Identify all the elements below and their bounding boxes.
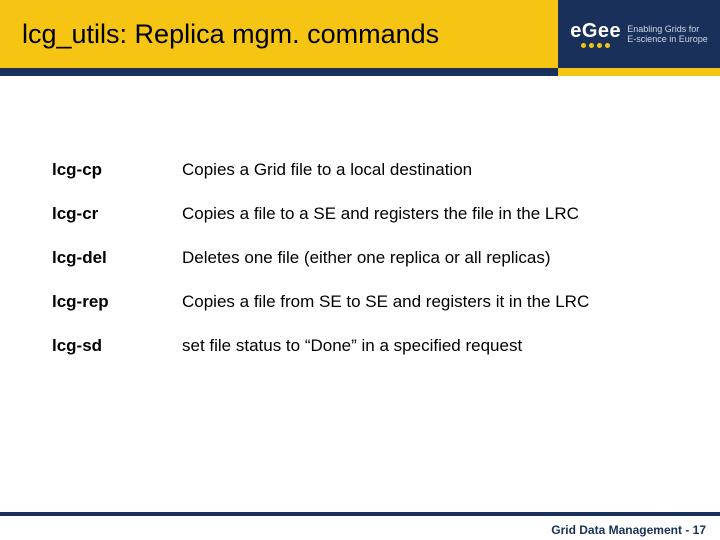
header-underline	[0, 68, 720, 76]
table-row: lcg-cr Copies a file to a SE and registe…	[52, 192, 680, 236]
egee-logo: eGee Enabling Grids for E-science in Eur…	[558, 0, 720, 68]
underline-left	[0, 68, 558, 76]
slide-body: lcg-cp Copies a Grid file to a local des…	[0, 76, 720, 540]
table-row: lcg-cp Copies a Grid file to a local des…	[52, 148, 680, 192]
title-bar: lcg_utils: Replica mgm. commands	[0, 0, 558, 68]
footer-rule	[0, 512, 720, 516]
command-name: lcg-sd	[52, 324, 182, 368]
command-desc: Copies a file to a SE and registers the …	[182, 192, 680, 236]
logo-letters: eGee	[570, 21, 621, 41]
table-row: lcg-sd set file status to “Done” in a sp…	[52, 324, 680, 368]
logo-tagline: Enabling Grids for E-science in Europe	[627, 24, 708, 45]
slide: lcg_utils: Replica mgm. commands eGee En…	[0, 0, 720, 540]
logo-dots-icon	[581, 43, 610, 48]
command-desc: Copies a Grid file to a local destinatio…	[182, 148, 680, 192]
footer-text: Grid Data Management - 17	[551, 523, 706, 537]
table-row: lcg-rep Copies a file from SE to SE and …	[52, 280, 680, 324]
underline-right	[558, 68, 720, 76]
table-row: lcg-del Deletes one file (either one rep…	[52, 236, 680, 280]
footer-label: Grid Data Management	[551, 523, 682, 537]
command-name: lcg-cr	[52, 192, 182, 236]
command-desc: Deletes one file (either one replica or …	[182, 236, 680, 280]
logo-tagline-line2: E-science in Europe	[627, 34, 708, 44]
slide-title: lcg_utils: Replica mgm. commands	[22, 19, 439, 50]
command-desc: set file status to “Done” in a specified…	[182, 324, 680, 368]
footer: Grid Data Management - 17	[0, 510, 720, 540]
commands-table: lcg-cp Copies a Grid file to a local des…	[52, 148, 680, 368]
footer-separator: -	[685, 523, 689, 537]
logo-mark: eGee	[570, 21, 621, 48]
command-desc: Copies a file from SE to SE and register…	[182, 280, 680, 324]
command-name: lcg-cp	[52, 148, 182, 192]
command-name: lcg-del	[52, 236, 182, 280]
header: lcg_utils: Replica mgm. commands eGee En…	[0, 0, 720, 68]
command-name: lcg-rep	[52, 280, 182, 324]
logo-tagline-line1: Enabling Grids for	[627, 24, 708, 34]
page-number: 17	[693, 523, 706, 537]
